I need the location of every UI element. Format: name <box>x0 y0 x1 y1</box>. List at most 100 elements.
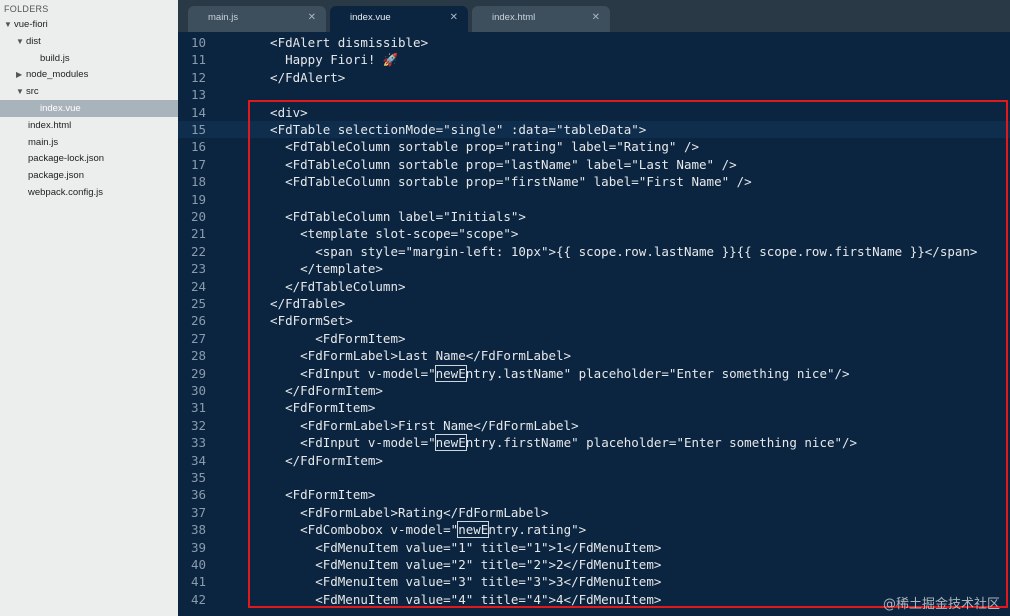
code-line[interactable]: <FdFormItem> <box>255 330 405 347</box>
tree-item-node-modules[interactable]: ▶ node_modules <box>16 66 88 83</box>
tree-item-label: node_modules <box>26 69 89 81</box>
tree-item-label: main.js <box>28 136 59 148</box>
code-line[interactable]: <FdFormItem> <box>255 399 375 416</box>
watermark: @稀土掘金技术社区 <box>882 597 1000 612</box>
code-line[interactable]: <FdTable selectionMode="single" :data="t… <box>255 121 646 138</box>
line-number: 18 <box>190 174 206 190</box>
code-line[interactable]: <FdTableColumn sortable prop="lastName" … <box>255 156 737 173</box>
code-line[interactable]: <template slot-scope="scope"> <box>255 225 518 242</box>
line-number: 33 <box>190 435 206 451</box>
line-number: 31 <box>190 400 206 416</box>
word-match-highlight: newE <box>434 364 467 382</box>
tab-label: index.html <box>492 12 536 23</box>
tree-item-build-js[interactable]: build.js <box>28 50 70 67</box>
line-number: 23 <box>190 261 206 277</box>
tree-item-label: src <box>26 86 39 98</box>
code-line[interactable]: <FdFormSet> <box>255 312 353 329</box>
code-line[interactable]: </FdTableColumn> <box>255 278 405 295</box>
disclosure-arrow-icon[interactable]: ▶ <box>16 66 26 83</box>
tab-index-html[interactable]: index.html ✕ <box>472 6 610 32</box>
tree-item-index-html[interactable]: index.html <box>16 117 71 134</box>
line-number: 17 <box>190 156 206 172</box>
code-line[interactable]: <div> <box>255 104 308 121</box>
code-line[interactable]: </template> <box>255 260 383 277</box>
line-number: 37 <box>190 504 206 520</box>
tree-item-index-vue[interactable]: index.vue <box>0 100 178 117</box>
file-sidebar: FOLDERS ▼ vue-fiori ▼ dist build.js ▶ node_mod… <box>0 0 179 616</box>
tree-item-label: webpack.config.js <box>28 187 103 198</box>
code-line[interactable]: <span style="margin-left: 10px">{{ scope… <box>255 243 977 260</box>
line-number: 22 <box>190 243 206 259</box>
folders-header: FOLDERS <box>4 4 49 14</box>
tree-item-label: index.vue <box>40 103 81 114</box>
line-number: 15 <box>190 122 206 137</box>
code-line[interactable]: <FdFormLabel>Rating</FdFormLabel> <box>255 504 548 521</box>
code-line[interactable]: <FdFormLabel>Last Name</FdFormLabel> <box>255 347 571 364</box>
tree-item-src[interactable]: ▼ src <box>16 83 39 100</box>
code-line[interactable]: <FdInput v-model="newEntry.firstName" pl… <box>255 434 857 452</box>
code-line[interactable]: Happy Fiori! 🚀 <box>255 51 398 68</box>
line-number: 28 <box>190 348 206 364</box>
tab-label: index.vue <box>350 12 391 23</box>
tree-item-webpack-config-js[interactable]: webpack.config.js <box>16 184 103 201</box>
code-line[interactable]: <FdTableColumn sortable prop="firstName"… <box>255 173 752 190</box>
line-number: 11 <box>190 52 206 68</box>
line-number: 41 <box>190 574 206 590</box>
code-line[interactable]: </FdTable> <box>255 295 345 312</box>
line-number: 40 <box>190 557 206 572</box>
code-line[interactable]: </FdFormItem> <box>255 382 383 399</box>
close-icon[interactable]: ✕ <box>450 6 458 30</box>
tree-item-label: vue-fiori <box>14 19 48 30</box>
line-number: 21 <box>190 226 206 242</box>
close-icon[interactable]: ✕ <box>308 6 316 30</box>
tree-item-vue-fiori[interactable]: ▼ vue-fiori <box>4 16 48 33</box>
line-number: 34 <box>190 452 206 468</box>
code-line[interactable]: <FdInput v-model="newEntry.lastName" pla… <box>255 364 850 382</box>
code-editor[interactable]: 10 <FdAlert dismissible> 11 Happy Fiori! … <box>178 32 1010 616</box>
line-number: 13 <box>190 87 206 103</box>
line-number: 10 <box>190 35 206 50</box>
line-number: 12 <box>190 69 206 85</box>
code-line[interactable]: <FdMenuItem value="4" title="4">4</FdMen… <box>255 591 661 608</box>
word-match-highlight: newE <box>457 521 490 539</box>
line-number: 27 <box>190 330 206 346</box>
close-icon[interactable]: ✕ <box>592 6 600 30</box>
line-number: 42 <box>190 591 206 607</box>
line-number: 26 <box>190 313 206 329</box>
code-line[interactable]: <FdFormItem> <box>255 486 375 503</box>
line-number: 38 <box>190 522 206 538</box>
line-number: 20 <box>190 209 206 224</box>
code-line[interactable]: <FdTableColumn label="Initials"> <box>255 208 526 225</box>
tree-item-label: index.html <box>28 119 72 131</box>
code-line[interactable]: <FdTableColumn sortable prop="rating" la… <box>255 138 699 155</box>
tree-item-package-json[interactable]: package.json <box>16 167 84 184</box>
tree-item-package-lock-json[interactable]: package-lock.json <box>16 150 104 167</box>
disclosure-arrow-icon[interactable]: ▼ <box>4 16 14 33</box>
line-number: 32 <box>190 417 206 433</box>
code-line[interactable]: <FdMenuItem value="3" title="3">3</FdMen… <box>255 573 661 590</box>
tab-main-js[interactable]: main.js ✕ <box>188 6 326 32</box>
line-number: 39 <box>190 539 206 555</box>
code-line[interactable]: <FdMenuItem value="1" title="1">1</FdMen… <box>255 539 661 556</box>
tree-item-label: dist <box>26 35 41 47</box>
line-number: 35 <box>190 470 206 485</box>
line-number: 19 <box>190 191 206 207</box>
code-line[interactable]: <FdFormLabel>First Name</FdFormLabel> <box>255 417 578 434</box>
tree-item-label: package.json <box>28 170 84 182</box>
word-match-highlight: newE <box>434 434 467 452</box>
code-line[interactable]: <FdAlert dismissible> <box>255 34 428 51</box>
tree-item-main-js[interactable]: main.js <box>16 134 58 151</box>
tree-item-dist[interactable]: ▼ dist <box>16 33 41 50</box>
line-number: 30 <box>190 383 206 398</box>
code-line[interactable]: </FdAlert> <box>255 69 345 86</box>
disclosure-arrow-icon[interactable]: ▼ <box>16 83 26 100</box>
code-line[interactable]: <FdCombobox v-model="newEntry.rating"> <box>255 521 586 539</box>
disclosure-arrow-icon[interactable]: ▼ <box>16 33 26 50</box>
tab-bar: main.js ✕ index.vue ✕ index.html ✕ <box>178 0 1010 32</box>
code-line[interactable]: </FdFormItem> <box>255 452 383 469</box>
code-line[interactable]: <FdMenuItem value="2" title="2">2</FdMen… <box>255 556 661 573</box>
line-number: 29 <box>190 365 206 381</box>
tab-index-vue[interactable]: index.vue ✕ <box>330 6 468 32</box>
tab-label: main.js <box>208 12 239 23</box>
tree-item-label: package-lock.json <box>28 153 105 165</box>
